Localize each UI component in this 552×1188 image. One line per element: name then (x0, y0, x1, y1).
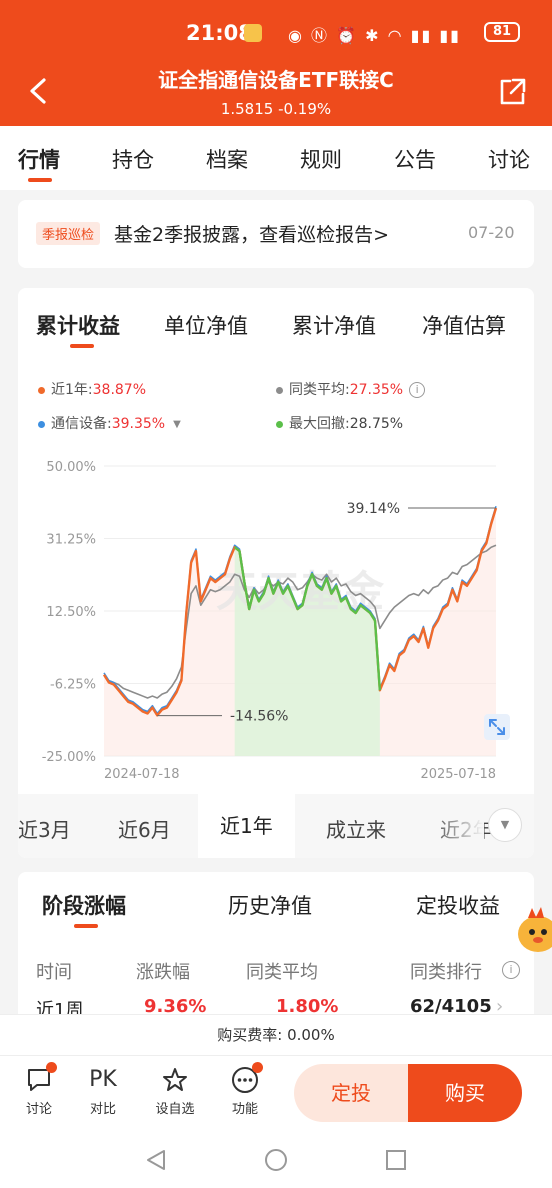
y-tick-label: 31.25% (46, 533, 96, 548)
system-nav-bar (0, 1130, 552, 1188)
notification-badge-icon (244, 24, 262, 42)
chart-tab-underline (70, 344, 94, 348)
legend-fund-dot (38, 386, 45, 394)
col-header-change: 涨跌幅 (136, 962, 190, 983)
tab-underline (28, 178, 52, 182)
legend-peer: 同类平均:27.35% i (276, 379, 426, 399)
legend-index-dot (38, 420, 45, 428)
legend-peer-label: 同类平均: (289, 382, 350, 398)
y-tick-label: 12.50% (46, 605, 96, 620)
mascot-icon[interactable] (516, 904, 552, 958)
legend-drawdown: 最大回撤:28.75% (276, 413, 403, 433)
period-since-inception[interactable]: 成立来 (326, 814, 386, 843)
period-6m[interactable]: 近6月 (118, 814, 171, 843)
notice-text[interactable]: 基金2季报披露，查看巡检报告> (114, 220, 389, 247)
period-3m[interactable]: 近3月 (18, 814, 71, 843)
legend-drawdown-dot (276, 420, 283, 428)
tab-profile[interactable]: 档案 (206, 144, 248, 174)
chart-tab-cumulative-return[interactable]: 累计收益 (36, 310, 120, 340)
discuss-reddot (46, 1062, 57, 1073)
col-header-peer-rank: 同类排行 (410, 962, 482, 983)
title-bar: 证全指通信设备ETF联接C 1.5815 -0.19% (0, 62, 552, 126)
y-tick-label: -6.25% (50, 678, 96, 693)
legend-index-value: 39.35% (111, 416, 166, 432)
tab-discussion[interactable]: 讨论 (488, 144, 530, 174)
legend-fund: 近1年:38.87% (38, 379, 146, 399)
fund-title-wrap: 证全指通信设备ETF联接C (0, 64, 552, 93)
fund-nav-change: 1.5815 -0.19% (220, 100, 332, 118)
min-annotation-label: -14.56% (230, 709, 288, 725)
legend-peer-dot (276, 386, 283, 394)
star-icon (163, 1068, 187, 1091)
tab-holdings[interactable]: 持仓 (112, 144, 154, 174)
tab-rules[interactable]: 规则 (300, 144, 342, 174)
tab-market[interactable]: 行情 (18, 144, 60, 174)
tab-announcements[interactable]: 公告 (394, 144, 436, 174)
auto-invest-button[interactable]: 定投 (294, 1064, 408, 1122)
purchase-fee: 购买费率: 0.00% (0, 1014, 552, 1056)
chart-tab-nav-estimate[interactable]: 净值估算 (422, 310, 506, 340)
bottom-compare-label: 对比 (89, 1102, 116, 1117)
bottom-watchlist-label: 设自选 (155, 1102, 195, 1117)
period-selector: 近3月 近6月 近1年 成立来 近2年 ▼ (18, 794, 534, 858)
rank-info-icon[interactable]: i (502, 961, 520, 979)
info-icon[interactable]: i (409, 382, 426, 398)
legend-peer-value: 27.35% (349, 382, 404, 398)
col-header-peer-avg: 同类平均 (246, 962, 318, 983)
bottom-functions[interactable]: 功能 (220, 1062, 270, 1117)
bottom-discuss[interactable]: 讨论 (14, 1062, 64, 1117)
status-time: 21:08 (186, 21, 253, 45)
max-annotation-label: 39.14% (347, 501, 400, 517)
legend-index[interactable]: 通信设备:39.35% ▼ (38, 413, 181, 433)
return-line-chart[interactable]: 50.00%31.25%12.50%-6.25%-25.00%天天基金39.14… (18, 448, 534, 788)
buy-button[interactable]: 购买 (408, 1064, 522, 1122)
status-bar: 21:08 ◉ Ⓝ ⏰ ✱ ◠ ▮▮ ▮▮ 81 (0, 0, 552, 62)
bottom-watchlist[interactable]: 设自选 (150, 1066, 200, 1117)
legend-fund-value: 38.87% (92, 382, 147, 398)
col-header-time: 时间 (36, 962, 72, 983)
notice-date: 07-20 (468, 223, 515, 242)
legend-drawdown-value: 28.75% (349, 416, 404, 432)
y-tick-label: 50.00% (46, 460, 96, 475)
bottom-discuss-label: 讨论 (25, 1102, 52, 1117)
pk-icon: PK (89, 1067, 117, 1092)
x-label-end: 2025-07-18 (420, 767, 496, 782)
legend-drawdown-label: 最大回撤: (289, 416, 350, 432)
stage-tab-underline (74, 924, 98, 928)
tab-history-nav[interactable]: 历史净值 (228, 890, 312, 920)
quarterly-report-notice[interactable]: 季报巡检 基金2季报披露，查看巡检报告> 07-20 (18, 200, 534, 268)
x-label-start: 2024-07-18 (104, 767, 180, 782)
nav-back-icon[interactable] (144, 1148, 168, 1172)
status-icons: ◉ Ⓝ ⏰ ✱ ◠ ▮▮ ▮▮ (288, 26, 461, 45)
chart-tab-accumulated-nav[interactable]: 累计净值 (292, 310, 376, 340)
bottom-compare[interactable]: PK 对比 (78, 1066, 128, 1117)
period-1y[interactable]: 近1年 (198, 794, 295, 858)
notice-tag: 季报巡检 (36, 222, 101, 245)
chevron-down-icon[interactable]: ▼ (488, 808, 522, 842)
performance-chart-card: 累计收益 单位净值 累计净值 净值估算 近1年:38.87% 同类平均:27.3… (18, 288, 534, 858)
bottom-action-bar: 讨论 PK 对比 设自选 功能 定投 购买 (0, 1056, 552, 1130)
legend-fund-label: 近1年: (51, 382, 93, 398)
functions-reddot (252, 1062, 263, 1073)
bottom-functions-label: 功能 (231, 1102, 258, 1117)
share-icon[interactable] (496, 76, 528, 108)
period-fade (428, 794, 484, 858)
nav-recents-icon[interactable] (384, 1148, 408, 1172)
expand-icon[interactable] (484, 714, 510, 740)
tab-stage-return[interactable]: 阶段涨幅 (42, 890, 126, 920)
y-tick-label: -25.00% (42, 750, 96, 765)
main-tabs: 行情 持仓 档案 规则 公告 讨论 (0, 126, 552, 190)
nav-home-icon[interactable] (264, 1148, 288, 1172)
chart-tab-unit-nav[interactable]: 单位净值 (164, 310, 248, 340)
battery-icon: 81 (484, 22, 520, 42)
legend-index-label: 通信设备: (51, 416, 112, 432)
dropdown-caret-icon[interactable]: ▼ (173, 419, 181, 430)
tab-auto-invest-return[interactable]: 定投收益 (416, 890, 500, 920)
fund-title: 证全指通信设备ETF联接C (158, 68, 394, 92)
